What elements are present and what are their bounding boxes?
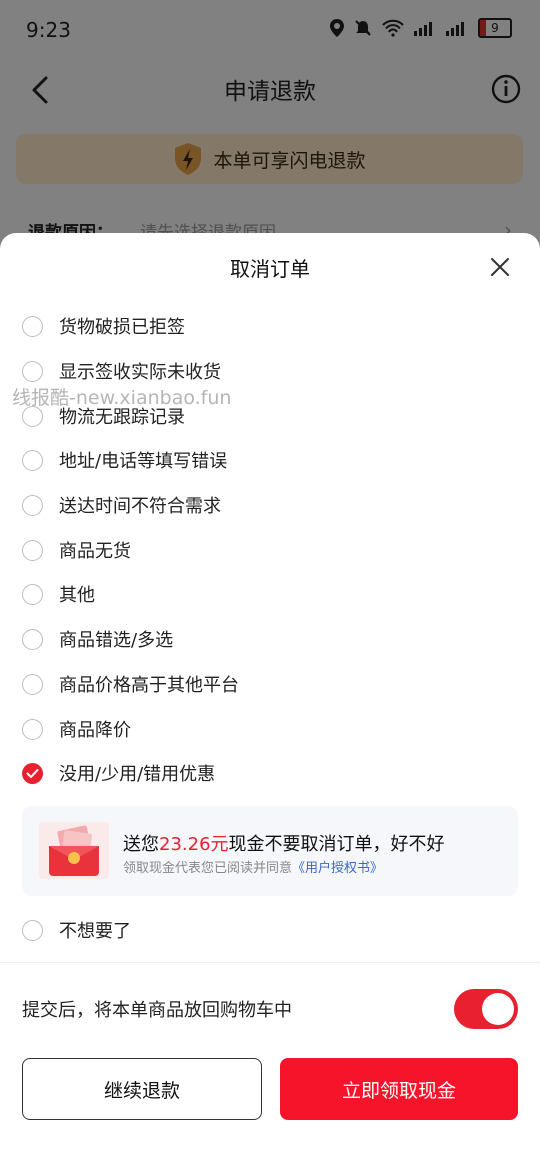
radio-button[interactable] <box>22 583 43 605</box>
reason-label: 商品降价 <box>59 720 131 741</box>
reason-label: 货物破损已拒签 <box>59 317 185 338</box>
cash-offer-text: 送您23.26元现金不要取消订单，好不好 <box>123 830 445 856</box>
reason-option[interactable]: 其他 <box>22 574 95 614</box>
reason-label: 显示签收实际未收货 <box>59 362 221 383</box>
radio-button[interactable] <box>22 628 43 650</box>
cash-note: 领取现金代表您已阅读并同意《用户授权书》 <box>123 857 383 876</box>
radio-button[interactable] <box>22 449 43 471</box>
cash-prefix: 送您 <box>123 834 159 855</box>
close-icon[interactable] <box>488 255 512 279</box>
cash-suffix: 现金不要取消订单，好不好 <box>228 834 445 855</box>
radio-button[interactable] <box>22 673 43 695</box>
divider <box>0 962 540 963</box>
toggle-knob <box>482 993 514 1025</box>
cash-note-text: 领取现金代表您已阅读并同意 <box>123 861 293 876</box>
radio-button[interactable] <box>22 718 43 740</box>
reason-label: 地址/电话等填写错误 <box>59 451 228 472</box>
put-back-cart-toggle[interactable] <box>454 989 518 1029</box>
cancel-order-sheet: 取消订单 货物破损已拒签 显示签收实际未收货 物流无跟踪记录 地址/电话等填写错… <box>0 233 540 1165</box>
put-back-cart-label: 提交后，将本单商品放回购物车中 <box>22 1000 292 1021</box>
red-envelope-icon <box>39 822 109 879</box>
reason-label: 其他 <box>59 585 95 606</box>
radio-button[interactable] <box>22 315 43 337</box>
reason-label: 不想要了 <box>59 921 131 942</box>
reason-option[interactable]: 货物破损已拒签 <box>22 306 185 346</box>
reason-label: 没用/少用/错用优惠 <box>59 764 216 785</box>
reason-label: 商品无货 <box>59 541 131 562</box>
radio-button[interactable] <box>22 539 43 561</box>
sheet-title: 取消订单 <box>230 257 310 281</box>
reason-option[interactable]: 送达时间不符合需求 <box>22 485 221 525</box>
reason-option[interactable]: 商品无货 <box>22 530 131 570</box>
continue-refund-button[interactable]: 继续退款 <box>22 1058 262 1120</box>
reason-option[interactable]: 商品价格高于其他平台 <box>22 664 239 704</box>
user-authorization-link[interactable]: 《用户授权书》 <box>292 861 383 876</box>
reason-option-selected[interactable]: 没用/少用/错用优惠 <box>22 753 215 793</box>
reason-option[interactable]: 地址/电话等填写错误 <box>22 440 227 480</box>
radio-button[interactable] <box>22 360 43 382</box>
reason-option[interactable]: 不想要了 <box>22 910 131 950</box>
reason-label: 商品错选/多选 <box>59 630 174 651</box>
claim-cash-button[interactable]: 立即领取现金 <box>280 1058 518 1120</box>
radio-button[interactable] <box>22 919 43 941</box>
reason-label: 送达时间不符合需求 <box>59 496 221 517</box>
radio-button[interactable] <box>22 494 43 516</box>
reason-option[interactable]: 商品降价 <box>22 709 131 749</box>
reason-option[interactable]: 商品错选/多选 <box>22 619 173 659</box>
watermark: 线报酷-new.xianbao.fun <box>12 387 232 409</box>
cash-offer-card[interactable]: 送您23.26元现金不要取消订单，好不好 领取现金代表您已阅读并同意《用户授权书… <box>22 806 518 896</box>
reason-label: 商品价格高于其他平台 <box>59 675 239 696</box>
cash-amount: 23.26元 <box>159 834 229 855</box>
checked-radio-icon[interactable] <box>22 762 43 784</box>
